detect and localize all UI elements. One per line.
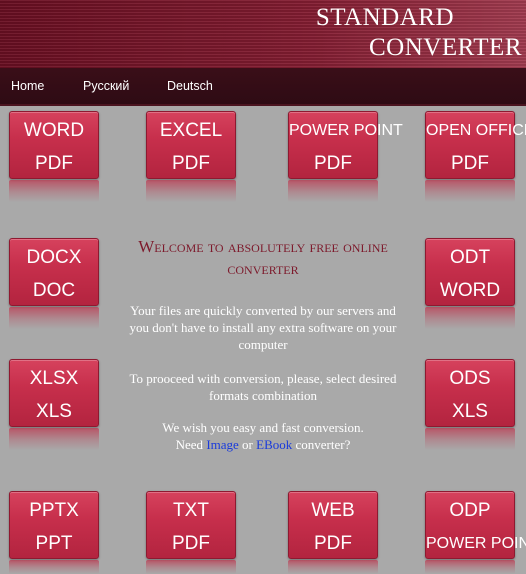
header-banner: STANDARD CONVERTER: [0, 0, 526, 68]
tile-reflection: [9, 560, 99, 574]
tile-source-label: WORD: [23, 120, 85, 141]
tile-target-label: XLS: [452, 401, 488, 422]
tile-pptx-ppt[interactable]: PPTX PPT: [9, 491, 99, 559]
tile-powerpoint-pdf[interactable]: POWER POINT PDF: [288, 111, 403, 179]
tile-target-label: PDF: [451, 153, 489, 174]
tile-word-pdf[interactable]: WORD PDF: [9, 111, 99, 179]
tile-source-label: EXCEL: [159, 120, 223, 141]
tile-odp-powerpoint[interactable]: ODP POWER POINT: [425, 491, 526, 559]
site-title-line2: CONVERTER: [369, 34, 522, 61]
instructions-paragraph: To prooceed with conversion, please, sel…: [129, 371, 397, 403]
tile-txt-pdf[interactable]: TXT PDF: [146, 491, 236, 559]
tile-excel-pdf[interactable]: EXCEL PDF: [146, 111, 236, 179]
tile-reflection: [288, 180, 378, 202]
tile-source-label: POWER POINT: [289, 122, 403, 139]
closing-paragraph: We wish you easy and fast conversion. Ne…: [126, 419, 400, 453]
tile-target-label: DOC: [32, 280, 76, 301]
tile-reflection: [9, 428, 99, 450]
tile-target-label: PDF: [35, 153, 73, 174]
tile-reflection: [288, 560, 378, 574]
tile-target-label: POWER POINT: [426, 535, 526, 552]
tile-xlsx-xls[interactable]: XLSX XLS: [9, 359, 99, 427]
nav-bar: Home Русский Deutsch: [0, 68, 526, 106]
tile-source-label: ODP: [449, 500, 491, 521]
nav-deutsch[interactable]: Deutsch: [167, 79, 213, 93]
tile-source-label: XLSX: [29, 368, 79, 389]
tile-source-label: TXT: [173, 500, 209, 521]
closing-end-text: converter?: [295, 437, 351, 452]
tile-target-label: PDF: [172, 153, 210, 174]
tile-source-label: WEB: [311, 500, 355, 521]
tile-source-label: ODS: [449, 368, 491, 389]
closing-need-text: Need: [175, 437, 204, 452]
tile-reflection: [425, 307, 515, 329]
tile-target-label: PDF: [172, 533, 210, 554]
site-title-line1: STANDARD: [315, 4, 454, 31]
tile-reflection: [146, 560, 236, 574]
tile-reflection: [146, 180, 236, 202]
nav-home[interactable]: Home: [11, 79, 44, 93]
tile-target-label: PPT: [35, 533, 73, 554]
tile-docx-doc[interactable]: DOCX DOC: [9, 238, 99, 306]
tile-reflection: [9, 307, 99, 329]
tile-source-label: OPEN OFFICE: [426, 122, 526, 139]
image-converter-link[interactable]: Image: [206, 437, 238, 452]
tile-odt-word[interactable]: ODT WORD: [425, 238, 515, 306]
tile-source-label: DOCX: [26, 247, 82, 268]
tile-target-label: XLS: [36, 401, 72, 422]
tile-reflection: [425, 560, 515, 574]
intro-paragraph: Your files are quickly converted by our …: [129, 303, 397, 352]
tile-ods-xls[interactable]: ODS XLS: [425, 359, 515, 427]
tile-target-label: PDF: [314, 153, 352, 174]
ebook-converter-link[interactable]: EBook: [256, 437, 292, 452]
nav-russian[interactable]: Русский: [83, 79, 129, 93]
tile-source-label: ODT: [449, 247, 491, 268]
tile-reflection: [425, 180, 515, 202]
closing-line1: We wish you easy and fast conversion.: [162, 420, 364, 435]
tile-source-label: PPTX: [29, 500, 79, 521]
tile-web-pdf[interactable]: WEB PDF: [288, 491, 378, 559]
tile-reflection: [425, 428, 515, 450]
tile-target-label: WORD: [439, 280, 501, 301]
welcome-heading: Welcome to absolutely free online conver…: [138, 237, 388, 278]
tile-openoffice-pdf[interactable]: OPEN OFFICE PDF: [425, 111, 526, 179]
tile-target-label: PDF: [314, 533, 352, 554]
tile-reflection: [9, 180, 99, 202]
closing-or-text: or: [242, 437, 253, 452]
